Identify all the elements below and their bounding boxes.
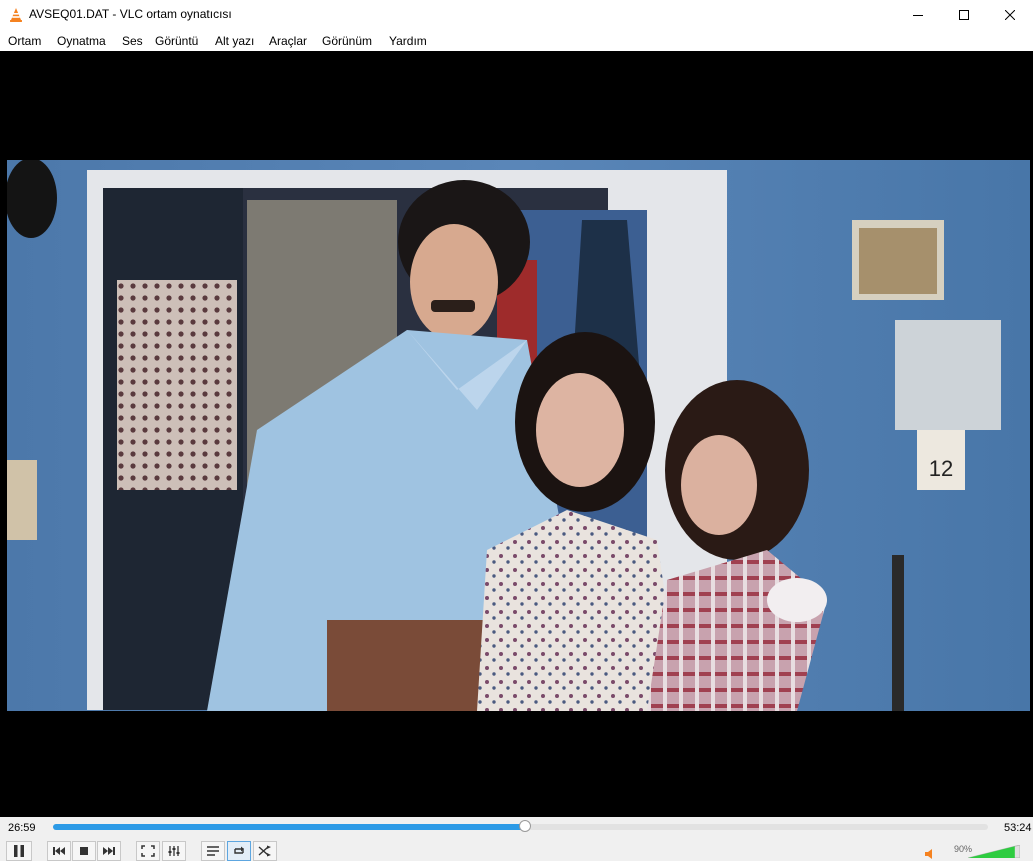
volume-slider[interactable] (968, 845, 1020, 858)
elapsed-time: 26:59 (8, 822, 36, 834)
control-bar: 26:59 53:24 90% (0, 817, 1033, 861)
total-time: 53:24 (1004, 822, 1032, 834)
playlist-button[interactable] (201, 841, 225, 861)
video-area[interactable]: 12 (0, 51, 1033, 817)
close-button[interactable] (987, 0, 1033, 30)
fullscreen-button[interactable] (136, 841, 160, 861)
shuffle-icon (258, 845, 271, 857)
video-frame: 12 (7, 160, 1030, 711)
seek-bar[interactable] (53, 820, 988, 832)
menu-playback[interactable]: Oynatma (57, 34, 106, 48)
playlist-icon (207, 846, 219, 856)
minimize-icon (913, 15, 923, 16)
previous-icon (53, 847, 65, 855)
menu-media[interactable]: Ortam (8, 34, 41, 48)
previous-button[interactable] (47, 841, 71, 861)
calendar-day-label: 12 (929, 456, 953, 481)
title-bar: AVSEQ01.DAT - VLC ortam oynatıcısı (0, 0, 1033, 30)
menu-view[interactable]: Görünüm (322, 34, 372, 48)
loop-icon (234, 846, 244, 854)
menu-help[interactable]: Yardım (389, 34, 427, 48)
seek-handle[interactable] (519, 820, 532, 832)
menu-video[interactable]: Görüntü (155, 34, 198, 48)
maximize-button[interactable] (941, 0, 987, 30)
video-scene: 12 (7, 160, 1030, 711)
menu-subtitle[interactable]: Alt yazı (215, 34, 254, 48)
pause-button[interactable] (6, 841, 32, 861)
menu-audio[interactable]: Ses (122, 34, 143, 48)
shuffle-button[interactable] (253, 841, 277, 861)
fullscreen-icon (141, 845, 155, 857)
menu-tools[interactable]: Araçlar (269, 34, 307, 48)
menu-bar: Ortam Oynatma Ses Görüntü Alt yazı Araçl… (0, 30, 1033, 51)
extended-settings-icon (168, 846, 180, 856)
vlc-cone-icon (10, 8, 22, 22)
stop-icon (80, 847, 88, 855)
loop-button[interactable] (227, 841, 251, 861)
stop-button[interactable] (72, 841, 96, 861)
window-title: AVSEQ01.DAT - VLC ortam oynatıcısı (29, 7, 232, 21)
next-icon (103, 847, 115, 855)
extended-settings-button[interactable] (162, 841, 186, 861)
seek-progress (53, 824, 526, 830)
pause-icon (14, 845, 24, 857)
close-icon (1005, 10, 1015, 20)
maximize-icon (959, 10, 969, 20)
next-button[interactable] (97, 841, 121, 861)
minimize-button[interactable] (895, 0, 941, 30)
